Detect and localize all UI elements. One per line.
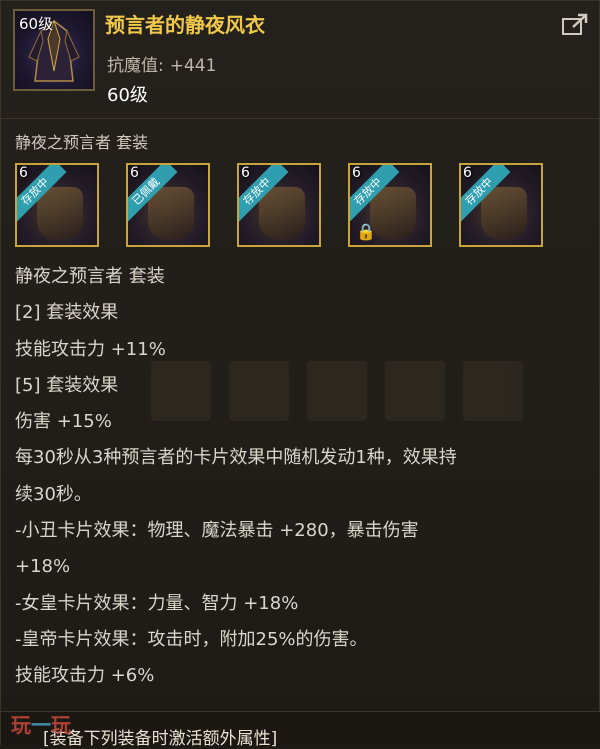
share-icon[interactable] [561,13,589,37]
item-portrait: 60级 [13,9,95,91]
set-name: 静夜之预言者 套装 [15,133,149,152]
set-item-shoe[interactable]: 6 存放中 [459,163,543,247]
level-requirement: 60级 [107,85,148,106]
item-name: 预言者的静夜风衣 [105,13,265,37]
item-header: 60级 预言者的静夜风衣 抗魔值: +441 60级 [1,1,600,119]
stat-value: +441 [169,56,217,76]
belt-icon [259,187,305,239]
divider [1,118,600,119]
coat-icon [37,187,83,239]
watermark-logo: 玩一玩 [11,713,71,737]
set-bonus-5-effect: 伤害 +15% [15,411,112,433]
set-item-row: 6 存放中 6 已佩戴 6 存放中 6 存放中 🔒 6 存放中 [15,163,543,249]
set-item-level: 6 [463,165,472,181]
set-bonus-5-desc: 每30秒从3种预言者的卡片效果中随机发动1种，效果持 [15,447,457,469]
set-item-belt[interactable]: 6 存放中 [237,163,321,247]
shoe-icon [481,187,527,239]
set-bonus-2-effect: 技能攻击力 +11% [15,338,166,360]
set-bonus-5-header: [5] 套装效果 [15,374,119,396]
lock-icon: 🔒 [356,222,376,241]
item-level-badge: 60级 [19,15,54,33]
clown-card-effect: -小丑卡片效果：物理、魔法暴击 +280，暴击伤害 [15,520,419,542]
set-item-level: 6 [352,165,361,181]
skill-attack-effect: 技能攻击力 +6% [15,665,155,687]
item-tooltip-panel: 60级 预言者的静夜风衣 抗魔值: +441 60级 静夜之预言者 套装 6 存放… [0,0,600,749]
cloak-icon [148,187,194,239]
glove-icon [370,187,416,239]
set-bonus-5-desc-cont: 续30秒。 [15,483,92,505]
set-item-glove[interactable]: 6 存放中 🔒 [348,163,432,247]
set-item-cloak[interactable]: 6 已佩戴 [126,163,210,247]
empress-card-effect: -女皇卡片效果：力量、智力 +18% [15,592,299,614]
set-effect-list: 静夜之预言者 套装 [2] 套装效果 技能攻击力 +11% [5] 套装效果 伤… [15,259,590,695]
set-item-level: 6 [130,165,139,181]
bottom-bar: [装备下列装备时激活额外属性] [1,711,600,749]
extra-attribute-text: [装备下列装备时激活额外属性] [43,729,278,749]
set-bonus-2-header: [2] 套装效果 [15,302,119,324]
magic-resist-stat: 抗魔值: +441 [107,51,216,76]
set-name-label: 静夜之预言者 套装 [15,266,165,287]
set-item-level: 6 [19,165,28,181]
emperor-card-effect: -皇帝卡片效果：攻击时，附加25%的伤害。 [15,628,368,650]
clown-card-effect-cont: +18% [15,556,71,578]
stat-label: 抗魔值: [107,56,164,76]
set-item-level: 6 [241,165,250,181]
set-item-coat[interactable]: 6 存放中 [15,163,99,247]
